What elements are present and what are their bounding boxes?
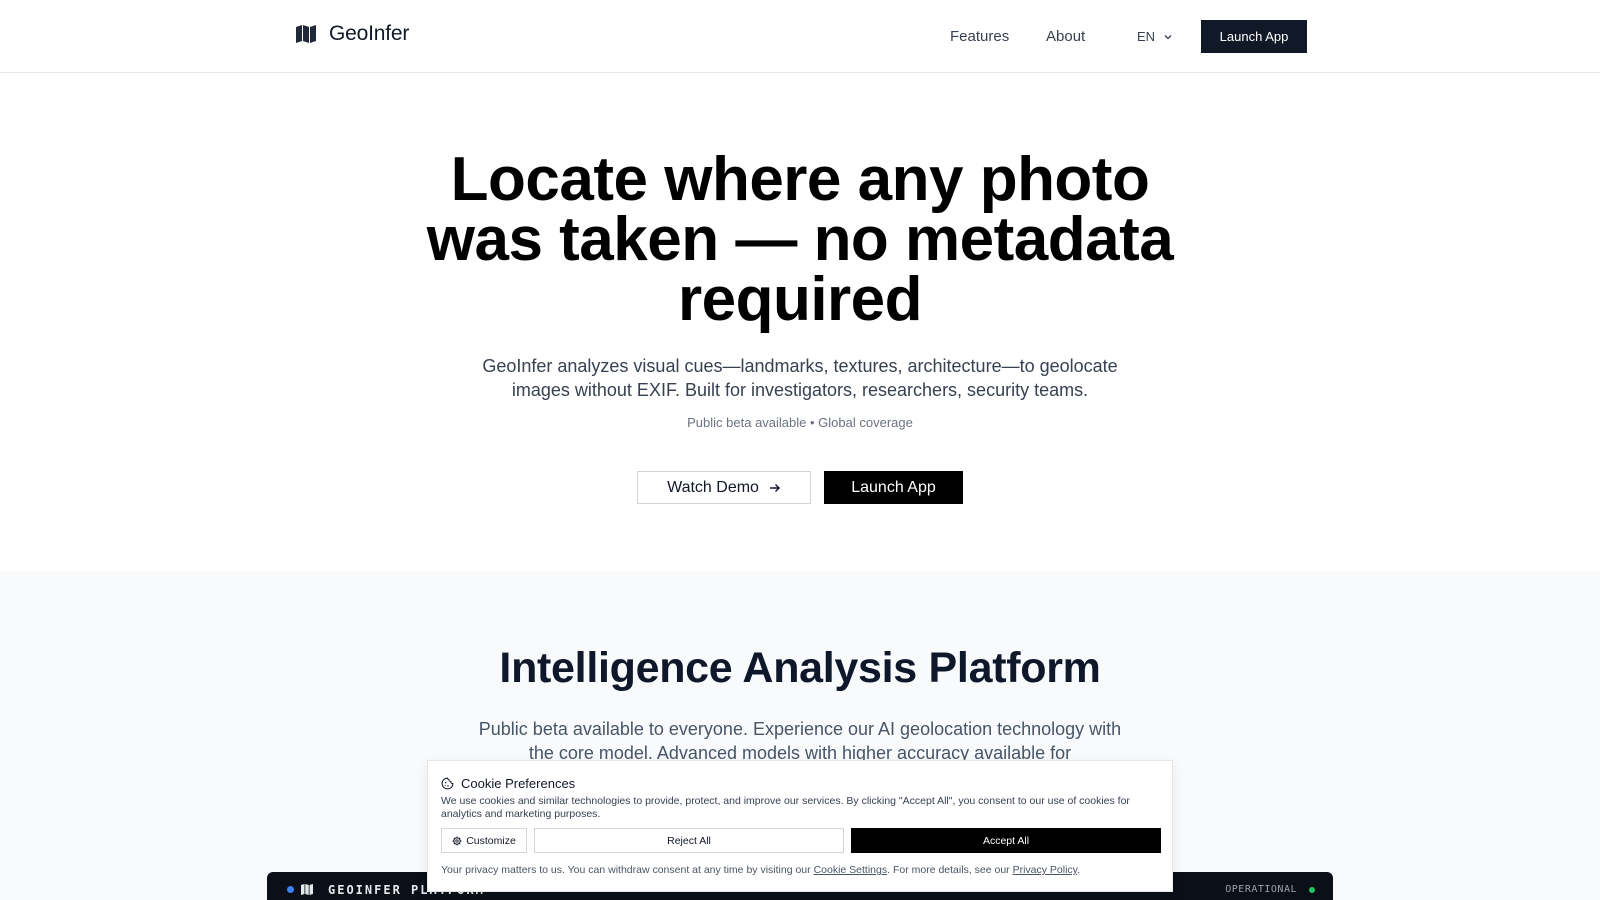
- brand-name: GeoInfer: [329, 22, 410, 45]
- cookie-settings-link[interactable]: Cookie Settings: [814, 864, 888, 876]
- cookie-banner-footer: Your privacy matters to us. You can with…: [441, 864, 1161, 876]
- cookie-banner-header: Cookie Preferences: [441, 776, 575, 791]
- gear-icon: [452, 836, 462, 845]
- language-label: EN: [1137, 29, 1156, 44]
- hero-title: Locate where any photo was taken — no me…: [0, 145, 1600, 334]
- cookie-icon: [441, 777, 454, 790]
- hero-title-line: required: [677, 265, 923, 334]
- nav-features-link[interactable]: Features: [950, 28, 1009, 45]
- platform-indicator-dot: [287, 886, 294, 893]
- privacy-policy-link[interactable]: Privacy Policy: [1013, 864, 1078, 876]
- map-icon: [296, 25, 316, 43]
- cookie-footer-text: Your privacy matters to us. You can with…: [441, 864, 814, 876]
- cookie-reject-all-button[interactable]: Reject All: [534, 828, 844, 853]
- cookie-banner-title: Cookie Preferences: [461, 776, 576, 791]
- watch-demo-label: Watch Demo: [667, 478, 759, 496]
- cookie-footer-text: .: [1077, 864, 1081, 876]
- platform-section-text: Public beta available to everyone. Exper…: [0, 717, 1600, 765]
- platform-section-title: Intelligence Analysis Platform: [499, 644, 1101, 692]
- hero-subtitle: GeoInfer analyzes visual cues—landmarks,…: [0, 354, 1600, 402]
- hero-subtitle-line: GeoInfer analyzes visual cues—landmarks,…: [482, 356, 1118, 376]
- hero-title-line: was taken — no metadata: [426, 205, 1174, 274]
- platform-text-line: Public beta available to everyone. Exper…: [478, 719, 1122, 739]
- map-icon: [301, 884, 313, 895]
- hero-subtitle-line: images without EXIF. Built for investiga…: [511, 380, 1089, 400]
- language-selector[interactable]: EN: [1137, 29, 1173, 44]
- cookie-accept-all-button[interactable]: Accept All: [851, 828, 1161, 853]
- hero-note: Public beta available • Global coverage: [687, 415, 913, 430]
- cookie-footer-text: . For more details, see our: [887, 864, 1013, 876]
- brand-logo[interactable]: GeoInfer: [295, 22, 409, 46]
- nav-about-link[interactable]: About: [1046, 28, 1085, 45]
- site-header: GeoInfer Features About EN Launch App: [0, 0, 1600, 73]
- cookie-banner: Cookie Preferences We use cookies and si…: [427, 760, 1173, 892]
- cookie-customize-button[interactable]: Customize: [441, 828, 527, 853]
- cookie-banner-body: We use cookies and similar technologies …: [441, 795, 1130, 820]
- header-launch-app-button[interactable]: Launch App: [1201, 20, 1307, 53]
- status-dot: [1309, 887, 1315, 893]
- arrow-right-icon: [769, 483, 780, 492]
- chevron-down-icon: [1164, 34, 1172, 39]
- watch-demo-button[interactable]: Watch Demo: [637, 471, 811, 504]
- cookie-customize-label: Customize: [466, 834, 516, 847]
- hero-launch-app-button[interactable]: Launch App: [824, 471, 963, 504]
- hero-title-line: Locate where any photo: [450, 145, 1150, 214]
- platform-status: OPERATIONAL: [1225, 884, 1297, 895]
